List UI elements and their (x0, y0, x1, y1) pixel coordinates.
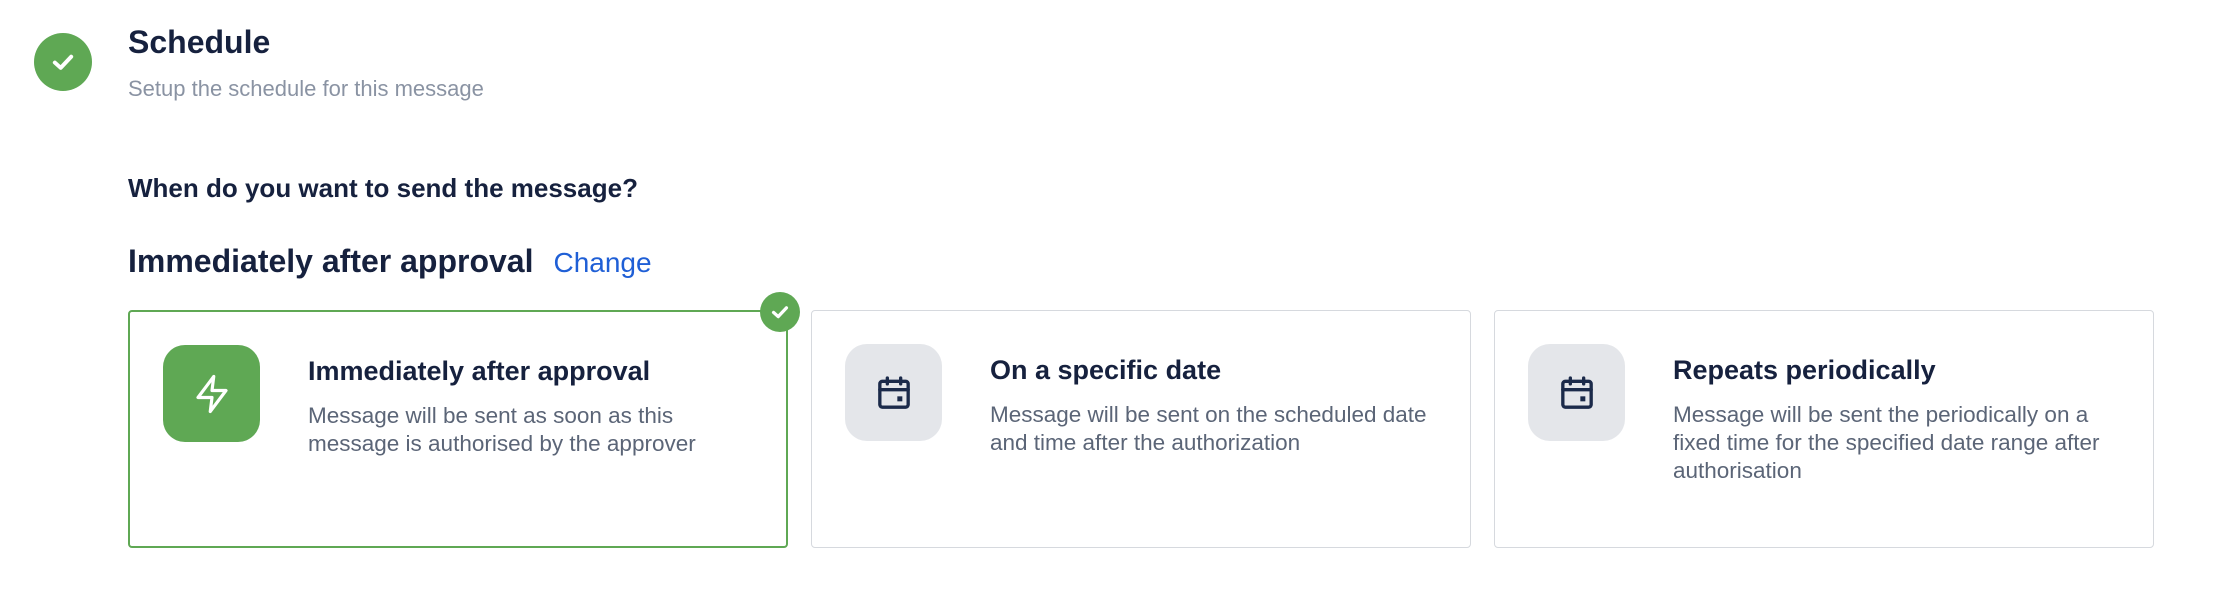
schedule-page: Schedule Setup the schedule for this mes… (0, 0, 2226, 602)
lightning-icon (163, 345, 260, 442)
calendar-icon (1528, 344, 1625, 441)
current-selection-value: Immediately after approval (128, 243, 534, 279)
section-subtitle: Setup the schedule for this message (128, 76, 484, 101)
option-description: Message will be sent as soon as this mes… (308, 403, 696, 456)
option-description: Message will be sent on the scheduled da… (990, 402, 1427, 455)
current-selection: Immediately after approval Change (128, 243, 652, 280)
schedule-options: Immediately after approval Message will … (128, 292, 2154, 548)
calendar-icon (845, 344, 942, 441)
selected-check-icon (760, 292, 800, 332)
option-title: Repeats periodically (1673, 355, 1936, 385)
change-link[interactable]: Change (553, 247, 651, 279)
step-complete-check-icon (34, 33, 92, 91)
option-card-repeats-periodically[interactable]: Repeats periodically Message will be sen… (1494, 310, 2154, 548)
option-title: Immediately after approval (308, 356, 651, 386)
option-title: On a specific date (990, 355, 1222, 385)
send-time-question: When do you want to send the message? (128, 173, 638, 203)
option-card-immediately[interactable]: Immediately after approval Message will … (128, 292, 800, 548)
option-description: Message will be sent the periodically on… (1673, 402, 2100, 483)
option-card-specific-date[interactable]: On a specific date Message will be sent … (811, 310, 1471, 548)
section-title: Schedule (128, 24, 271, 60)
